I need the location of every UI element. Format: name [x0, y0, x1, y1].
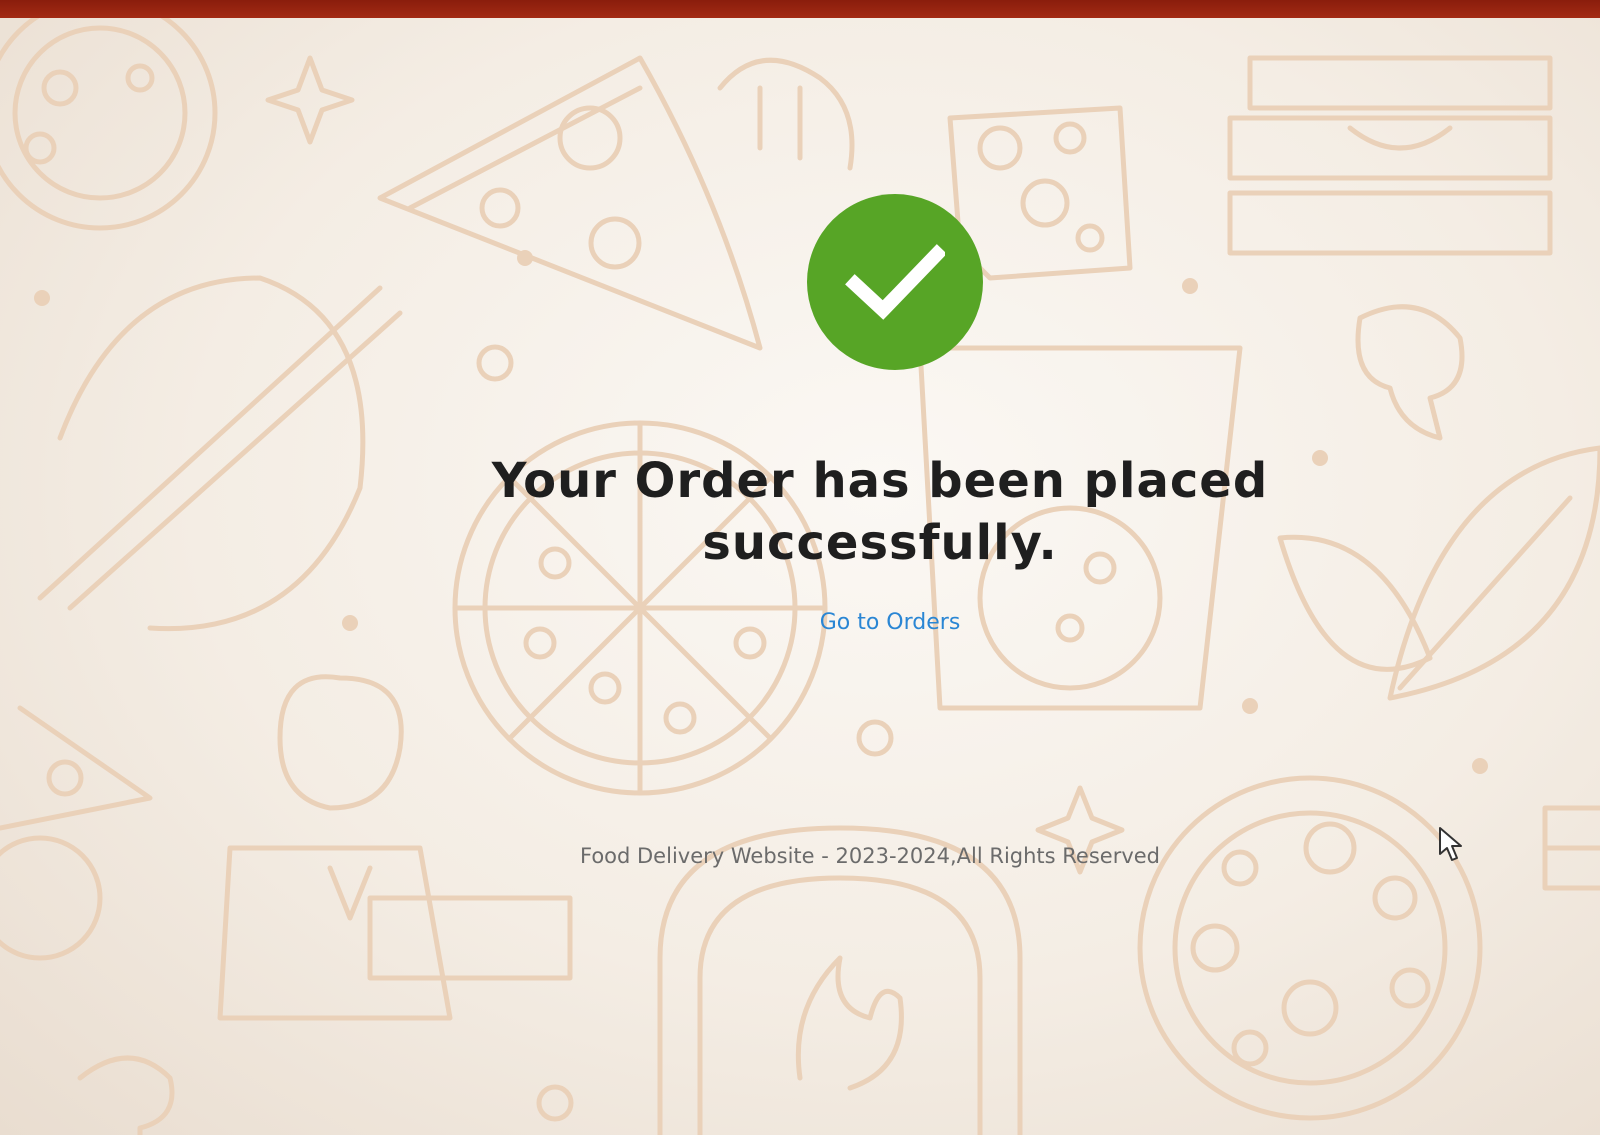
oven-icon	[657, 825, 1023, 1135]
chef-hand-icon	[717, 57, 855, 171]
pizza-icon	[1137, 775, 1483, 1121]
mouse-cursor-icon	[1439, 827, 1462, 861]
app-window: Your Order has been placed successfully.…	[0, 0, 1600, 1135]
checkmark-icon	[845, 244, 945, 320]
go-to-orders-link[interactable]: Go to Orders	[790, 610, 990, 635]
mushroom-icon	[1355, 304, 1465, 441]
food-pattern-background	[0, 18, 1600, 1135]
pizza-icon	[0, 18, 218, 231]
rolling-pin-icon	[37, 275, 403, 632]
pizza-slice-icon	[0, 705, 153, 961]
pizza-box-icon	[1542, 805, 1600, 891]
order-success-page: Your Order has been placed successfully.…	[0, 18, 1600, 1135]
pizza-slice-icon	[377, 55, 763, 351]
star-icon	[265, 55, 355, 145]
pizza-box-stack-icon	[1227, 55, 1553, 256]
check-circle-icon	[807, 194, 983, 370]
mushroom-icon	[77, 1055, 175, 1135]
order-success-heading: Your Order has been placed successfully.	[491, 453, 1269, 571]
leaf-icon	[1277, 445, 1600, 701]
footer-copyright: Food Delivery Website - 2023-2024,All Ri…	[579, 844, 1161, 868]
